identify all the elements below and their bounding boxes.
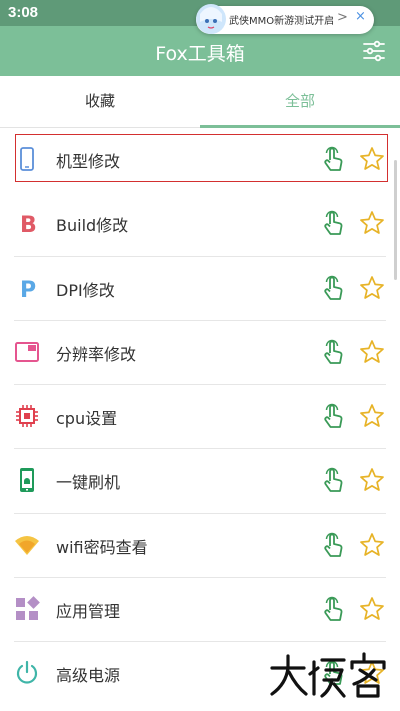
svg-text:P: P — [20, 278, 36, 301]
tab-favorites[interactable]: 收藏 — [0, 76, 200, 128]
chip-icon — [16, 405, 38, 428]
list-item-label: 分辨率修改 — [56, 344, 137, 364]
tap-hand-icon[interactable] — [320, 532, 346, 560]
watermark-logo — [270, 652, 386, 698]
star-icon[interactable] — [359, 532, 385, 558]
star-icon[interactable] — [359, 210, 385, 236]
list-item-cpu[interactable]: cpu设置 — [0, 385, 400, 450]
screen-icon — [15, 341, 39, 362]
star-icon[interactable] — [359, 339, 385, 365]
tab-bar: 收藏 全部 — [0, 76, 400, 128]
list-item-flash[interactable]: 一键刷机 — [0, 449, 400, 514]
status-time: 3:08 — [8, 4, 39, 21]
scrollbar[interactable] — [394, 160, 397, 280]
list-item-wifi[interactable]: wifi密码查看 — [0, 514, 400, 579]
tap-hand-icon[interactable] — [320, 339, 346, 367]
list-item-label: cpu设置 — [56, 409, 118, 429]
list-item-label: Build修改 — [56, 216, 129, 236]
tap-hand-icon[interactable] — [320, 467, 346, 495]
star-icon[interactable] — [359, 275, 385, 301]
star-icon[interactable] — [359, 403, 385, 429]
notification-arrow[interactable]: > — [337, 10, 348, 25]
filter-sliders-icon[interactable] — [362, 39, 386, 63]
android-phone-icon — [20, 468, 34, 493]
list-item-label: 一键刷机 — [56, 473, 121, 493]
list-item-build[interactable]: B Build修改 — [0, 192, 400, 257]
avatar — [196, 4, 226, 34]
list-item-label: 应用管理 — [56, 602, 121, 622]
list-item-label: wifi密码查看 — [56, 537, 148, 557]
apps-icon — [16, 596, 40, 621]
wifi-icon — [15, 535, 39, 555]
star-icon[interactable] — [359, 467, 385, 493]
app-title: Fox工具箱 — [155, 43, 245, 65]
notification-message: 武侠MMO新游测试开启! — [229, 16, 333, 27]
tool-list: 机型修改 B Build修改 P DPI修改 分辨率修改 cpu设置 一键刷机 … — [0, 128, 400, 707]
list-item-label: DPI修改 — [56, 280, 115, 300]
tap-hand-icon[interactable] — [320, 403, 346, 431]
star-icon[interactable] — [359, 596, 385, 622]
tap-hand-icon[interactable] — [320, 275, 346, 303]
list-item-dpi[interactable]: P DPI修改 — [0, 257, 400, 321]
tap-hand-icon[interactable] — [320, 210, 346, 238]
list-item-resolution[interactable]: 分辨率修改 — [0, 321, 400, 386]
list-item-label: 高级电源 — [56, 666, 121, 686]
selected-item-highlight — [15, 134, 388, 182]
list-item-apps[interactable]: 应用管理 — [0, 578, 400, 643]
letter-p-icon: P — [20, 278, 36, 301]
power-icon — [16, 661, 38, 684]
svg-text:B: B — [20, 213, 37, 236]
notification-close-icon[interactable]: × — [355, 9, 366, 24]
tab-all[interactable]: 全部 — [200, 76, 400, 128]
letter-b-icon: B — [20, 213, 37, 236]
tap-hand-icon[interactable] — [320, 596, 346, 624]
notification-popup[interactable]: 武侠MMO新游测试开启! > × — [196, 4, 374, 34]
